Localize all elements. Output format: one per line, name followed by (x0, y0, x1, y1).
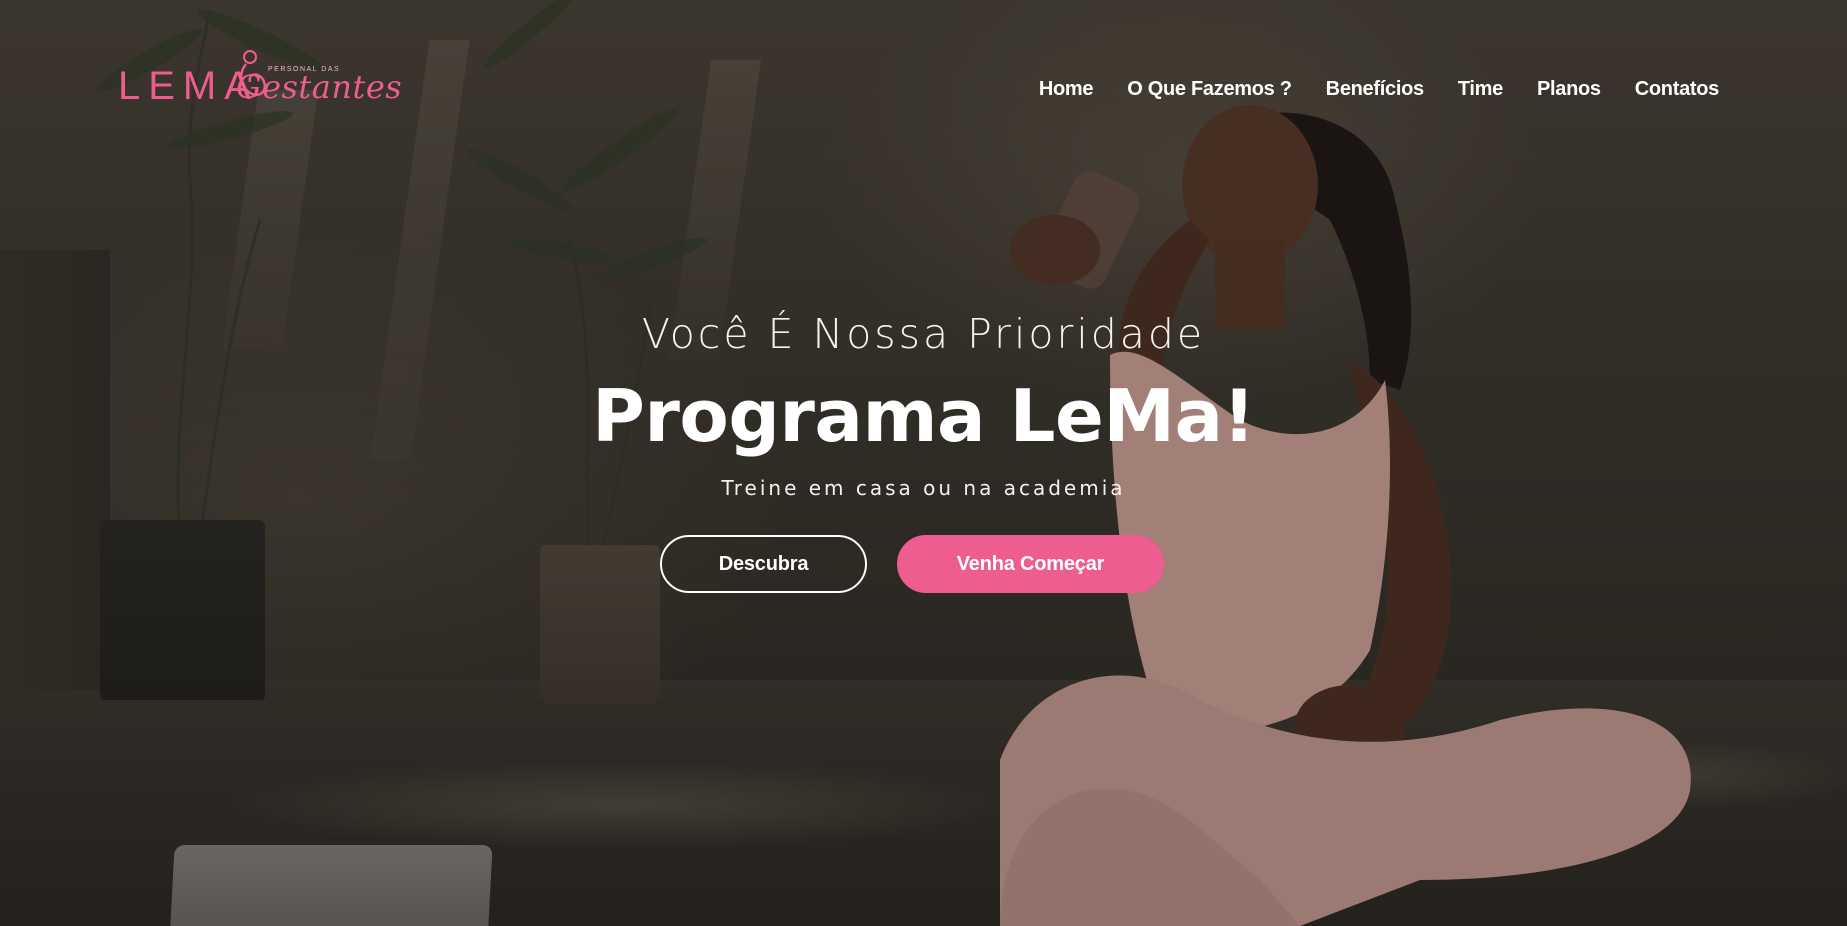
nav-item-planos[interactable]: Planos (1537, 78, 1601, 101)
hero-title: Programa LeMa! (592, 374, 1255, 458)
nav-item-time[interactable]: Time (1458, 78, 1503, 101)
hero-subtitle: Treine em casa ou na academia (721, 476, 1126, 500)
dark-overlay (0, 0, 1847, 926)
logo-script: Gestantes (236, 68, 403, 106)
main-nav: Home O Que Fazemos ? Benefícios Time Pla… (1005, 78, 1719, 101)
hero-section: LEMA PERSONAL DAS Gestantes Home O Que F… (0, 0, 1847, 926)
brand-logo[interactable]: LEMA PERSONAL DAS Gestantes (118, 46, 402, 108)
hero-eyebrow: Você É Nossa Prioridade (641, 310, 1206, 358)
descubra-button[interactable]: Descubra (660, 535, 867, 593)
nav-item-beneficios[interactable]: Benefícios (1326, 78, 1424, 101)
venha-comecar-button[interactable]: Venha Começar (897, 535, 1164, 593)
nav-item-contatos[interactable]: Contatos (1635, 78, 1720, 101)
nav-item-home[interactable]: Home (1039, 78, 1094, 101)
nav-item-o-que-fazemos[interactable]: O Que Fazemos ? (1127, 78, 1292, 101)
